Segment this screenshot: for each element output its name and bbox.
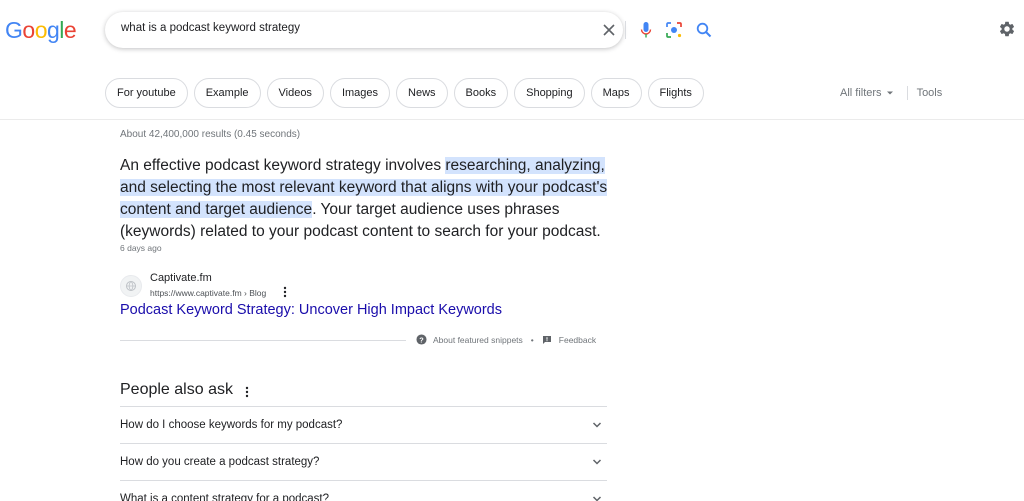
featured-snippet-footer: ? About featured snippets • Feedback	[416, 334, 596, 345]
mic-icon[interactable]	[636, 20, 656, 40]
feedback-link[interactable]: Feedback	[559, 335, 596, 345]
snippet-text-before: An effective podcast keyword strategy in…	[120, 157, 446, 174]
tools-divider	[906, 86, 908, 100]
chip-maps[interactable]: Maps	[590, 78, 642, 108]
header-divider	[0, 119, 1024, 120]
paa-question[interactable]: How do you create a podcast strategy?	[120, 443, 607, 480]
chip-videos[interactable]: Videos	[266, 78, 324, 108]
paa-question-text: How do I choose keywords for my podcast?	[120, 419, 343, 431]
all-filters-button[interactable]: All filters	[840, 87, 894, 99]
logo-letter: g	[46, 17, 60, 43]
logo-letter: e	[63, 17, 77, 43]
gear-icon[interactable]	[998, 20, 1018, 40]
globe-icon[interactable]	[120, 275, 142, 297]
chevron-down-icon	[592, 459, 602, 465]
svg-text:?: ?	[419, 335, 424, 344]
chip-images[interactable]: Images	[329, 78, 391, 108]
feedback-icon[interactable]	[542, 335, 552, 345]
google-logo[interactable]: Google	[5, 17, 77, 44]
logo-letter: G	[5, 17, 23, 43]
more-vert-icon[interactable]	[245, 385, 255, 399]
chip-books[interactable]: Books	[453, 78, 509, 108]
snippet-divider	[120, 340, 406, 341]
result-stats: About 42,400,000 results (0.45 seconds)	[120, 129, 301, 140]
about-featured-snippets-link[interactable]: About featured snippets	[433, 335, 523, 345]
chip-shopping[interactable]: Shopping	[514, 78, 585, 108]
source-name[interactable]: Captivate.fm	[150, 272, 212, 284]
paa-question-text: How do you create a podcast strategy?	[120, 456, 320, 468]
caret-down-icon	[886, 91, 893, 95]
people-also-ask-title: People also ask	[120, 381, 233, 398]
tools-row: All filters Tools	[840, 86, 942, 100]
source-url[interactable]: https://www.captivate.fm › Blog	[150, 288, 266, 298]
all-filters-label: All filters	[840, 87, 882, 99]
logo-letter: o	[34, 17, 48, 43]
help-icon[interactable]: ?	[416, 334, 427, 345]
chip-flights[interactable]: Flights	[647, 78, 704, 108]
search-icon[interactable]	[694, 20, 714, 40]
more-vert-icon[interactable]	[283, 285, 293, 299]
filter-chips: For youtube Example Videos Images News B…	[105, 78, 704, 108]
chevron-down-icon	[592, 422, 602, 428]
paa-question-text: What is a content strategy for a podcast…	[120, 493, 330, 501]
chip-example[interactable]: Example	[193, 78, 261, 108]
paa-question[interactable]: How do I choose keywords for my podcast?	[120, 406, 607, 443]
search-box[interactable]: what is a podcast keyword strategy	[105, 12, 712, 48]
snippet-date: 6 days ago	[120, 243, 162, 253]
chevron-down-icon	[592, 496, 602, 501]
search-divider	[625, 21, 626, 39]
result-title-link[interactable]: Podcast Keyword Strategy: Uncover High I…	[120, 302, 502, 318]
chip-for-youtube[interactable]: For youtube	[105, 78, 188, 108]
paa-question[interactable]: What is a content strategy for a podcast…	[120, 480, 607, 501]
featured-snippet-text: An effective podcast keyword strategy in…	[120, 155, 610, 243]
people-also-ask-list: How do I choose keywords for my podcast?…	[120, 406, 607, 501]
chip-news[interactable]: News	[396, 78, 448, 108]
search-input[interactable]: what is a podcast keyword strategy	[121, 22, 300, 34]
logo-letter: o	[22, 17, 35, 43]
clear-icon[interactable]	[599, 20, 619, 40]
footer-separator: •	[530, 334, 534, 345]
lens-icon[interactable]	[664, 20, 684, 40]
tools-button[interactable]: Tools	[917, 87, 943, 99]
